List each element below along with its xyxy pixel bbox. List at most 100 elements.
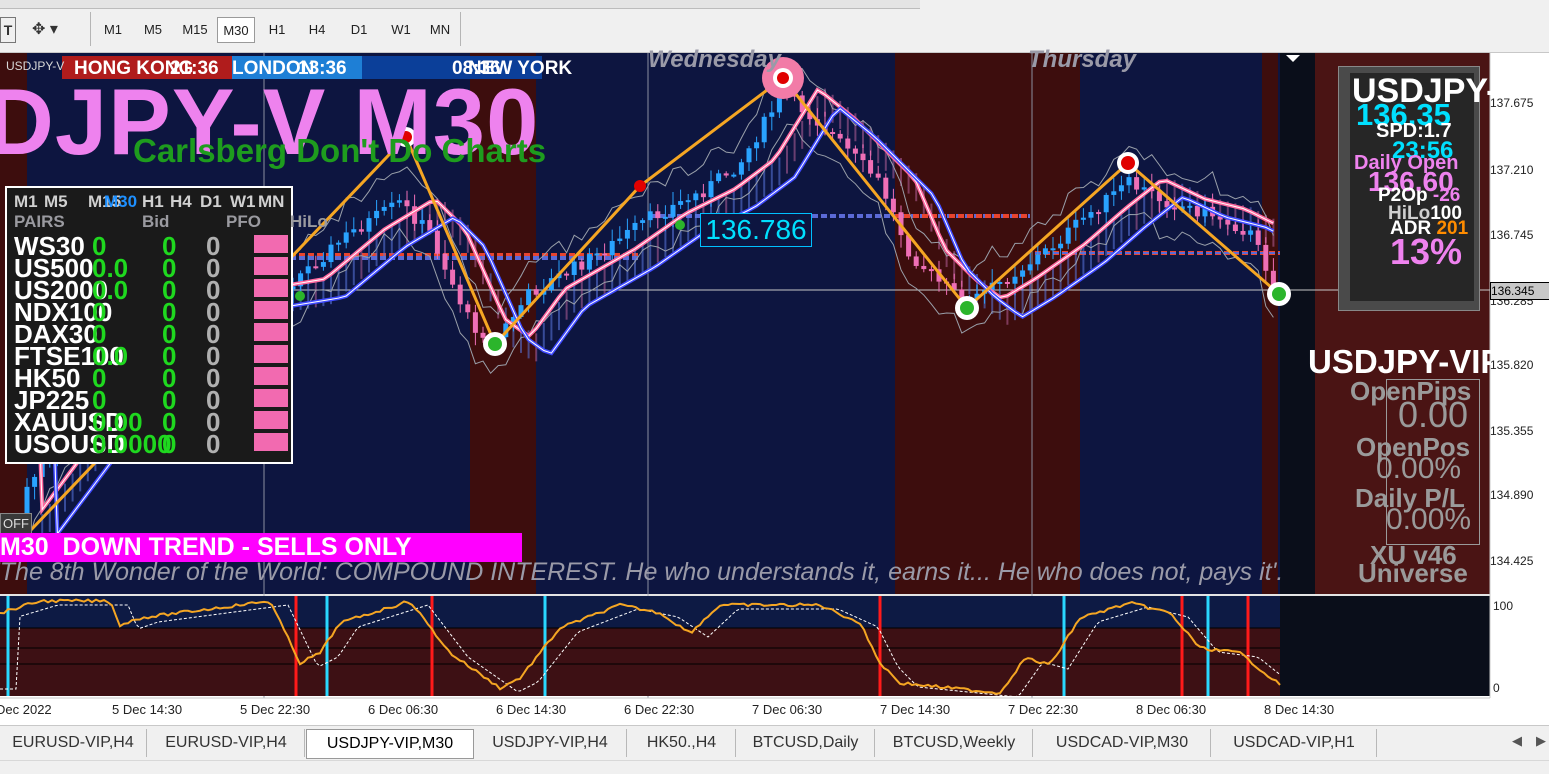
candle-bear: [837, 133, 843, 139]
dashboard-strength-bar: [254, 433, 288, 451]
candle-bear: [921, 265, 927, 270]
chart-tab[interactable]: USDCAD-VIP,H1: [1212, 729, 1377, 757]
quote-text: 'The 8th Wonder of the World: COMPOUND I…: [0, 558, 1284, 586]
candle-bear: [928, 269, 934, 272]
candle-bear: [404, 200, 410, 207]
status-bar: [0, 760, 1549, 774]
dashboard-strength-bar: [254, 367, 288, 385]
time-axis-label: 6 Dec 22:30: [624, 702, 695, 717]
candle-bear: [913, 256, 919, 266]
chart-tab[interactable]: BTCUSD,Weekly: [876, 729, 1033, 757]
toolbar-separator: [90, 12, 91, 46]
toolbar-separator: [460, 12, 461, 46]
dashboard-strength-bar: [254, 323, 288, 341]
dashboard-tf-w1[interactable]: W1: [230, 192, 256, 212]
candle-bull: [647, 211, 653, 221]
candle-bull: [1058, 243, 1064, 249]
toolbar-top-strip: [0, 0, 920, 9]
candle-bull: [738, 162, 744, 175]
chart-tab[interactable]: USDCAD-VIP,M30: [1034, 729, 1211, 757]
candle-bull: [1073, 219, 1079, 228]
candle-bull: [1065, 227, 1071, 244]
swing-low-dot: [1272, 287, 1286, 301]
text-tool-icon[interactable]: T: [0, 17, 16, 43]
chart-tab[interactable]: BTCUSD,Daily: [737, 729, 875, 757]
tf-button-h4[interactable]: H4: [300, 17, 334, 43]
candle-bear: [442, 253, 448, 270]
candle-bear: [845, 138, 851, 149]
candle-bull: [1088, 212, 1094, 218]
candle-bear: [852, 148, 858, 154]
candle-bear: [723, 173, 729, 176]
session-band: [1262, 53, 1278, 594]
dashboard-tf-m30[interactable]: M30: [104, 192, 137, 212]
tf-button-m5[interactable]: M5: [136, 17, 170, 43]
dashboard-tf-m5[interactable]: M5: [44, 192, 68, 212]
candle-bear: [875, 173, 881, 178]
candle-bear: [890, 198, 896, 213]
candle-bull: [1027, 264, 1033, 271]
candle-bear: [1004, 281, 1010, 284]
tf-button-mn[interactable]: MN: [423, 17, 457, 43]
objects-dropdown-icon[interactable]: ✥ ▾: [32, 17, 80, 43]
tabs-scroll-left-icon[interactable]: ◀: [1512, 733, 1522, 749]
dashboard-strength-bar: [254, 279, 288, 297]
dashboard-tf-mn[interactable]: MN: [258, 192, 284, 212]
time-axis-label: 5 Dec 22:30: [240, 702, 311, 717]
dashboard-header-hilo: HiLo: [290, 212, 328, 231]
chart-tab[interactable]: USDJPY-VIP,M30: [306, 729, 474, 759]
candle-bull: [624, 229, 630, 239]
account-symbol: USDJPY-VIP: [1308, 343, 1503, 380]
candle-bear: [1194, 205, 1200, 217]
dashboard-tf-m1[interactable]: M1: [14, 192, 38, 212]
candle-bear: [533, 289, 539, 295]
tabs-scroll-right-icon[interactable]: ▶: [1536, 733, 1546, 749]
candle-bull: [1103, 194, 1109, 213]
off-button[interactable]: OFF: [0, 513, 32, 535]
candle-bear: [1232, 224, 1238, 232]
candle-bull: [1248, 230, 1254, 235]
candle-bull: [716, 173, 722, 182]
tf-button-w1[interactable]: W1: [384, 17, 418, 43]
oscillator-future-space: [1280, 596, 1490, 696]
candle-bull: [617, 238, 623, 241]
universe-label: Universe: [1358, 558, 1468, 588]
candle-bear: [1134, 177, 1140, 190]
dashboard-hilo-value: 0: [206, 429, 221, 459]
candle-bull: [769, 112, 775, 117]
price-axis-label: 135.355: [1490, 424, 1534, 438]
day-label-thursday: Thursday: [1028, 46, 1137, 73]
candle-bull: [1035, 254, 1041, 265]
dashboard-tf-h4[interactable]: H4: [170, 192, 192, 212]
candle-bull: [1111, 191, 1117, 195]
dashboard-header-pfo: PFO: [226, 212, 261, 231]
candle-bull: [305, 266, 311, 274]
candle-bear: [860, 153, 866, 161]
candle-bear: [457, 284, 463, 305]
chart-tab[interactable]: HK50.,H4: [628, 729, 736, 757]
dashboard-strength-bar: [254, 235, 288, 253]
candle-bull: [1042, 248, 1048, 255]
dashboard-header-pairs: PAIRS: [14, 212, 65, 231]
tf-button-h1[interactable]: H1: [260, 17, 294, 43]
candle-bear: [1263, 244, 1269, 271]
chart-tab[interactable]: EURUSD-VIP,H4: [148, 729, 305, 757]
tf-button-m15[interactable]: M15: [175, 17, 215, 43]
open-pos-value: 0.00%: [1376, 452, 1462, 485]
candle-bull: [374, 210, 380, 219]
candle-bull: [1080, 217, 1086, 220]
chart-window[interactable]: HONG KONG 21:36 LONDON 13:36 08:36 NEW Y…: [0, 46, 1549, 723]
candle-bull: [708, 181, 714, 198]
dashboard-tf-d1[interactable]: D1: [200, 192, 222, 212]
chart-tab[interactable]: USDJPY-VIP,H4: [474, 729, 627, 757]
candle-bull: [754, 142, 760, 149]
dashboard-timeframe-row: M1 M5 M15 M30 H1 H4 D1 W1 MN: [14, 192, 284, 212]
dashboard-tf-h1[interactable]: H1: [142, 192, 164, 212]
tf-button-m30[interactable]: M30: [217, 17, 255, 43]
tf-button-d1[interactable]: D1: [342, 17, 376, 43]
chart-tab[interactable]: EURUSD-VIP,H4: [0, 729, 147, 757]
candle-bull: [336, 242, 342, 245]
tf-button-m1[interactable]: M1: [96, 17, 130, 43]
dashboard-strength-bar: [254, 301, 288, 319]
candle-bear: [434, 230, 440, 254]
